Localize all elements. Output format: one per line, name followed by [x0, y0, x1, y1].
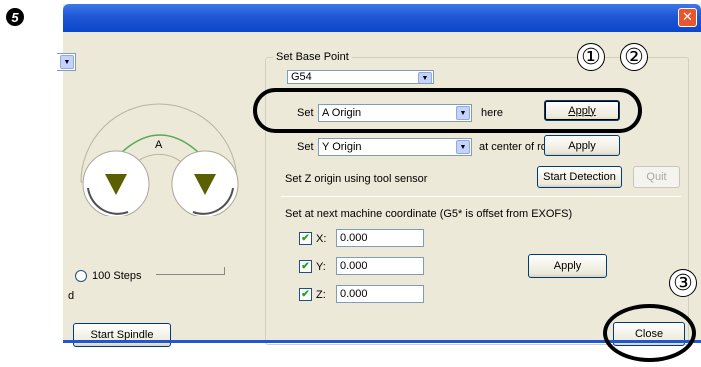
y-axis-checkbox[interactable]: ✔ Y: [299, 260, 326, 273]
jog-control: A [80, 103, 239, 216]
apply-row-highlight [253, 88, 642, 133]
start-spindle-button[interactable]: Start Spindle [73, 323, 171, 347]
radio-100-steps[interactable]: 100 Steps [75, 270, 142, 282]
set-base-point-title: Set Base Point [273, 51, 352, 63]
close-button-highlight [603, 304, 696, 362]
radio-circle [75, 270, 87, 282]
work-coord-dropdown[interactable]: G54 ▼ [287, 70, 434, 84]
check-icon: ✔ [299, 232, 312, 245]
x-axis-checkbox[interactable]: ✔ X: [299, 232, 326, 245]
check-icon: ✔ [299, 260, 312, 273]
z-coord-input[interactable]: 0.000 [336, 285, 424, 303]
title-bar: ✕ [63, 4, 701, 32]
check-icon: ✔ [299, 288, 312, 301]
work-coord-value: G54 [291, 71, 312, 83]
y-origin-dropdown[interactable]: Y Origin ▼ [318, 138, 472, 156]
group-divider [281, 196, 681, 197]
x-coord-input[interactable]: 0.000 [336, 229, 424, 247]
down-arrow-icon: ▼ [60, 55, 74, 69]
down-arrow-icon: ▼ [418, 72, 432, 83]
a-axis-label: A [155, 139, 163, 151]
close-icon[interactable]: ✕ [678, 8, 697, 27]
quit-button[interactable]: Quit [633, 166, 680, 188]
machine-coord-header: Set at next machine coordinate (G5* is o… [285, 208, 573, 220]
down-arrow-icon: ▼ [456, 140, 470, 154]
z-axis-checkbox[interactable]: ✔ Z: [299, 288, 326, 301]
callout-3: ③ [669, 269, 697, 297]
step-slider-track[interactable] [156, 267, 225, 275]
x-axis-label: X: [316, 232, 327, 245]
apply-coords-button[interactable]: Apply [528, 254, 607, 278]
z-sensor-label: Set Z origin using tool sensor [285, 173, 428, 185]
left-dropdown[interactable]: ▼ [57, 53, 76, 71]
step-number-badge: 5 [6, 8, 24, 26]
y-origin-value: Y Origin [322, 141, 362, 153]
callout-1: ① [577, 43, 605, 71]
partial-label: d [68, 290, 75, 302]
z-axis-label: Z: [316, 288, 326, 301]
start-detection-button[interactable]: Start Detection [537, 166, 622, 188]
apply-rotation-button[interactable]: Apply [544, 135, 620, 156]
set-label: Set [297, 141, 314, 153]
callout-2: ② [620, 43, 648, 71]
y-axis-label: Y: [316, 260, 326, 273]
set-base-point-dialog: ✕ ▼ A 100 Steps d Start Spindle Set Base… [57, 4, 701, 347]
radio-100-steps-label: 100 Steps [92, 270, 142, 282]
y-coord-input[interactable]: 0.000 [336, 257, 424, 275]
